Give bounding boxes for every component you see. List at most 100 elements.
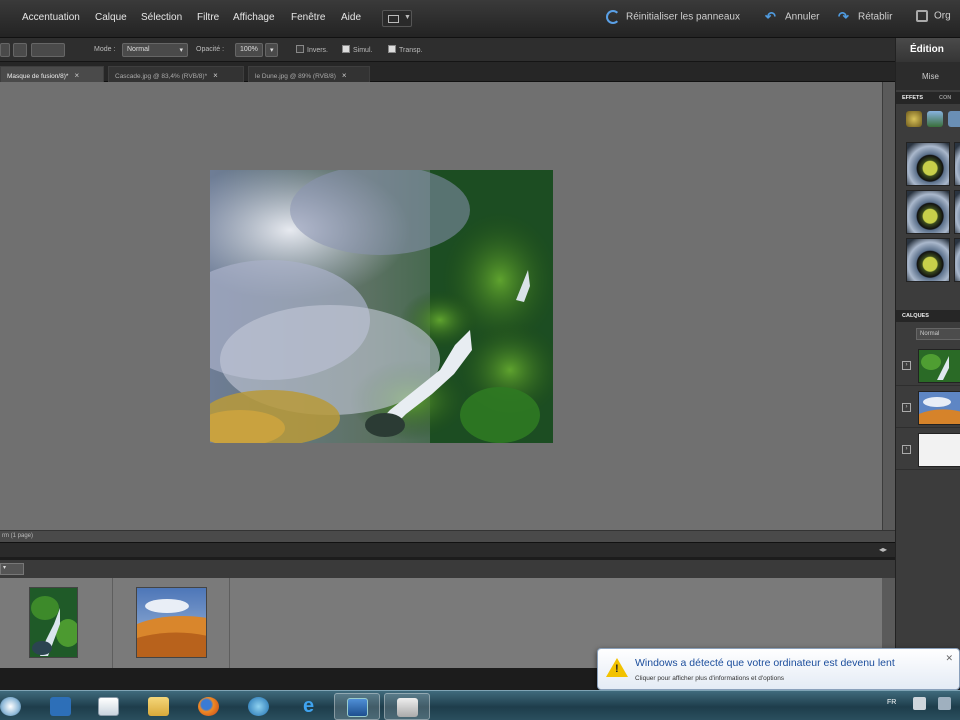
redo-button[interactable]: ↷ Rétablir	[838, 10, 892, 28]
menu-fenetre[interactable]: Fenêtre	[291, 12, 325, 23]
canvas-scrollbar[interactable]	[882, 82, 895, 530]
taskbar: e	[0, 690, 960, 720]
effects-category-icons	[900, 108, 960, 132]
redo-label: Rétablir	[858, 11, 893, 23]
taskbar-item-messenger[interactable]	[236, 693, 282, 720]
volume-icon[interactable]	[938, 697, 951, 710]
notification-subtitle: Cliquer pour afficher plus d'information…	[635, 675, 785, 682]
firefox-icon	[198, 697, 219, 716]
photo-bin-toolbar: ▾	[0, 560, 895, 578]
taskbar-item-photoshop[interactable]	[334, 693, 380, 720]
tab-document-2[interactable]: Cascade.jpg @ 83,4% (RVB/8)* ×	[108, 66, 244, 82]
inverse-checkbox[interactable]: Invers.	[296, 45, 328, 54]
opacity-value: 100%	[240, 46, 258, 53]
photoshop-elements-icon	[347, 698, 368, 717]
tab-document-1[interactable]: Masque de fusion/8)* ×	[0, 66, 104, 82]
effect-thumbnail-5[interactable]	[906, 238, 950, 282]
menu-aide[interactable]: Aide	[341, 12, 361, 23]
collapse-icon[interactable]: ◂▸	[879, 545, 887, 554]
close-icon[interactable]: ×	[74, 71, 79, 80]
app-window: Accentuation Calque Sélection Filtre Aff…	[0, 0, 960, 720]
taskbar-item-tasks[interactable]	[38, 693, 84, 720]
layer-row[interactable]: ›	[896, 430, 960, 470]
menu-affichage[interactable]: Affichage	[233, 12, 275, 23]
menu-accentuation[interactable]: Accentuation	[22, 12, 80, 23]
inverse-label: Invers.	[307, 47, 329, 54]
tab-document-3[interactable]: le Dune.jpg @ 89% (RVB/8) ×	[248, 66, 370, 82]
language-indicator[interactable]: FR	[887, 699, 896, 706]
layer-row[interactable]: ›	[896, 346, 960, 386]
opacity-dropdown[interactable]: ▾	[265, 43, 278, 57]
filter-icon[interactable]	[906, 111, 922, 127]
effects-panel-tabs: EFFETS CON	[896, 92, 960, 104]
visibility-icon[interactable]: ›	[902, 403, 911, 412]
folder-icon	[148, 697, 169, 716]
menu-bar: Accentuation Calque Sélection Filtre Aff…	[0, 0, 960, 38]
visibility-icon[interactable]: ›	[902, 361, 911, 370]
taskbar-item-capture[interactable]	[384, 693, 430, 720]
bin-thumbnail-dune[interactable]	[136, 587, 207, 658]
redo-icon: ↷	[838, 9, 849, 24]
layer-style-icon[interactable]	[927, 111, 943, 127]
layers-panel-tab[interactable]: CALQUES	[896, 310, 960, 322]
status-text: rm (1 page)	[2, 533, 34, 539]
blend-mode-select[interactable]: Normal	[916, 328, 960, 340]
simulate-label: Simul.	[353, 47, 373, 54]
transp-checkbox[interactable]: Transp.	[388, 45, 422, 54]
brush-add-button[interactable]	[13, 43, 27, 57]
photo-effect-icon[interactable]	[948, 111, 960, 127]
opacity-label: Opacité :	[196, 46, 225, 53]
composite-image[interactable]	[210, 170, 553, 443]
effect-thumbnail-1[interactable]	[906, 142, 950, 186]
menu-selection[interactable]: Sélection	[141, 12, 182, 23]
effect-thumbnail-2[interactable]	[954, 142, 960, 186]
quick-mode-label: Mise	[922, 72, 939, 81]
reset-panels-button[interactable]: Réinitialiser les panneaux	[606, 10, 740, 28]
network-icon[interactable]	[913, 697, 926, 710]
layer-row[interactable]: ›	[896, 388, 960, 428]
close-icon[interactable]: ×	[342, 71, 347, 80]
chevron-down-icon: ▾	[270, 47, 274, 54]
messenger-icon	[248, 697, 269, 716]
effect-thumbnail-3[interactable]	[906, 190, 950, 234]
layer-thumbnail	[918, 433, 960, 467]
mode-label: Mode :	[94, 46, 116, 53]
edit-mode-tab[interactable]: Édition	[896, 38, 960, 62]
document-tabs: Masque de fusion/8)* × Cascade.jpg @ 83,4…	[0, 62, 895, 82]
taskbar-item-ie[interactable]: e	[286, 693, 332, 720]
slow-computer-notification[interactable]: ! Windows a détecté que votre ordinateur…	[597, 648, 960, 690]
opacity-input[interactable]: 100%	[235, 43, 263, 57]
dune-thumbnail-image	[137, 588, 206, 657]
undo-label: Annuler	[785, 11, 820, 23]
menu-calque[interactable]: Calque	[95, 12, 127, 23]
right-panel: Édition Mise EFFETS CON CALQUES Normal ›…	[895, 38, 960, 670]
start-button[interactable]	[0, 693, 32, 720]
taskbar-item-explorer[interactable]	[136, 693, 182, 720]
tool-preset-button[interactable]	[0, 43, 10, 57]
effect-thumbnail-4[interactable]	[954, 190, 960, 234]
taskbar-item-notepad[interactable]	[86, 693, 132, 720]
simulate-checkbox[interactable]: Simul.	[342, 45, 372, 54]
close-icon[interactable]: ✕	[945, 653, 953, 664]
organizer-button[interactable]: Org	[916, 10, 951, 28]
document-icon	[98, 697, 119, 716]
quick-mode-tab[interactable]: Mise	[896, 62, 960, 90]
canvas-area[interactable]	[0, 82, 882, 530]
close-icon[interactable]: ×	[213, 71, 218, 80]
effect-thumbnail-6[interactable]	[954, 238, 960, 282]
bin-thumbnail-cascade[interactable]	[29, 587, 78, 658]
undo-button[interactable]: ↶ Annuler	[765, 10, 819, 28]
bin-options-dropdown[interactable]: ▾	[0, 563, 24, 575]
visibility-icon[interactable]: ›	[902, 445, 911, 454]
layout-icon	[388, 15, 399, 23]
menu-filtre[interactable]: Filtre	[197, 12, 219, 23]
taskbar-item-firefox[interactable]	[186, 693, 232, 720]
tab-content[interactable]: CON	[939, 95, 951, 101]
brush-options-button[interactable]	[31, 43, 65, 57]
mode-select[interactable]: Normal ▾	[122, 43, 188, 57]
internet-explorer-icon: e	[302, 695, 315, 717]
options-bar: Mode : Normal ▾ Opacité : 100% ▾ Invers. …	[0, 38, 895, 62]
tab-label: Masque de fusion/8)*	[7, 73, 69, 80]
workspace-layout-button[interactable]: ▼	[382, 10, 412, 27]
tab-effects[interactable]: EFFETS	[902, 95, 923, 101]
